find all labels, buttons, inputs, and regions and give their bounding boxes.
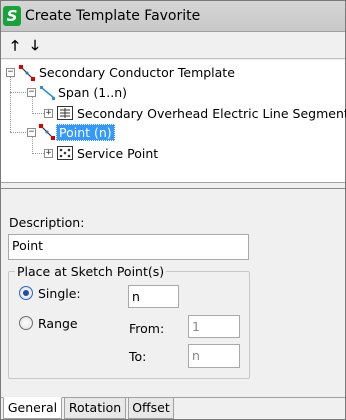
tab-general[interactable]: General [3,397,62,419]
single-value-input[interactable]: n [128,285,179,308]
group-title: Place at Sketch Point(s) [15,264,167,279]
description-label: Description: [9,215,85,230]
from-input[interactable]: 1 [188,315,240,338]
tab-offset[interactable]: Offset [128,398,174,419]
arrow-down-icon[interactable]: 🡓 [27,37,43,55]
expand-toggle-segment[interactable]: + [44,109,53,118]
tab-strip: General Rotation Offset [1,397,345,419]
range-radio[interactable] [19,316,33,330]
collapse-toggle-point[interactable]: − [27,128,36,137]
tree-node-point[interactable]: Point (n) [56,124,115,141]
tree-connector [10,92,28,93]
tree-connector [32,136,33,154]
template-tree[interactable]: − Secondary Conductor Template − Span (1… [1,60,346,183]
tree-node-span[interactable]: Span (1..n) [58,85,127,100]
to-input[interactable]: n [188,344,240,368]
tree-node-secondary-conductor-template[interactable]: Secondary Conductor Template [39,65,235,80]
service-point-icon [57,146,73,160]
dialog-window: S Create Template Favorite 🡑 🡓 − Seconda… [0,0,346,420]
tree-node-service-point[interactable]: Service Point [77,146,158,161]
tab-rotation[interactable]: Rotation [64,398,126,419]
tree-connector [10,132,28,133]
title-bar[interactable]: S Create Template Favorite [1,1,345,32]
single-radio[interactable] [19,286,33,300]
toolbar: 🡑 🡓 [1,33,345,59]
span-icon [40,86,55,100]
conductor-template-icon [19,65,35,81]
feature-class-icon [57,106,73,120]
app-logo-icon: S [3,6,21,26]
single-label[interactable]: Single: [38,286,81,301]
tree-connector [32,153,44,154]
expand-toggle-service-point[interactable]: + [44,149,53,158]
tree-connector [10,74,11,132]
range-label[interactable]: Range [38,316,78,331]
to-label: To: [129,349,147,364]
window-title: Create Template Favorite [25,8,201,24]
tree-connector [32,113,44,114]
collapse-toggle-span[interactable]: − [27,88,36,97]
arrow-up-icon[interactable]: 🡑 [7,37,23,55]
tree-node-secondary-overhead-electric-line-segment[interactable]: Secondary Overhead Electric Line Segment [77,106,346,121]
from-label: From: [129,321,165,336]
description-input[interactable]: Point [8,234,249,260]
collapse-toggle-root[interactable]: − [6,68,15,77]
tree-connector [32,96,33,114]
pane-splitter[interactable] [1,183,345,189]
point-icon [39,124,55,140]
